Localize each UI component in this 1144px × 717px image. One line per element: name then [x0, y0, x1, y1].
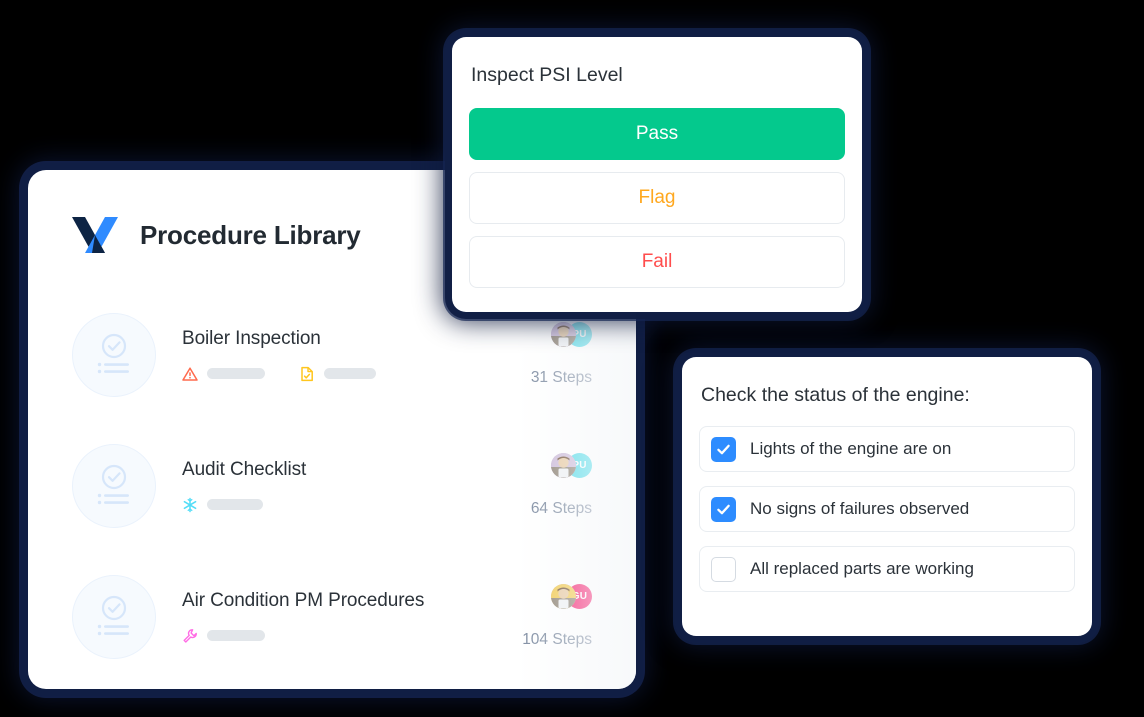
checkbox-unchecked-icon[interactable] — [711, 556, 736, 582]
list-item-body: Boiler Inspection — [156, 328, 592, 382]
checklist-title: Check the status of the engine: — [701, 384, 970, 406]
checklist-item[interactable]: All replaced parts are working — [699, 546, 1075, 592]
tag-pill-placeholder — [324, 368, 376, 379]
tag-pill-placeholder — [207, 499, 263, 510]
tag-pill-placeholder — [207, 630, 265, 641]
avatar-group[interactable]: PU — [551, 322, 592, 347]
snowflake-icon — [183, 497, 197, 512]
modal-title: Inspect PSI Level — [471, 64, 623, 86]
checklist-label: No signs of failures observed — [750, 499, 970, 518]
avatar-group[interactable]: GU — [551, 584, 592, 609]
wrench-icon — [183, 628, 197, 643]
x-logo-icon — [72, 217, 118, 253]
flag-button[interactable]: Flag — [469, 172, 845, 224]
user-photo-avatar — [551, 584, 576, 609]
checklist-label: Lights of the engine are on — [750, 439, 952, 458]
step-count: 64 Steps — [530, 500, 592, 517]
engine-status-card: Check the status of the engine: Lights o… — [682, 357, 1092, 636]
checklist-label: All replaced parts are working — [750, 559, 974, 578]
screenshot-stage: Procedure Library Boiler Inspection PU 3… — [0, 0, 1144, 717]
warning-triangle-icon — [182, 366, 198, 381]
document-check-icon — [301, 366, 313, 381]
checklist-circle-icon — [72, 574, 156, 659]
checklist-item[interactable]: No signs of failures observed — [699, 486, 1075, 532]
inspect-psi-modal: Inspect PSI Level Pass Flag Fail — [452, 37, 862, 312]
list-item-meta: GU 104 Steps — [522, 551, 592, 682]
checklist-item[interactable]: Lights of the engine are on — [699, 426, 1075, 472]
list-item[interactable]: Air Condition PM Procedures GU 104 Steps — [28, 551, 636, 682]
page-title: Procedure Library — [140, 219, 361, 250]
list-item-meta: PU 64 Steps — [531, 420, 592, 551]
pass-button[interactable]: Pass — [469, 108, 845, 160]
list-item-body: Audit Checklist — [156, 459, 592, 513]
checklist-circle-icon — [72, 312, 156, 397]
fail-button[interactable]: Fail — [469, 236, 845, 288]
avatar-group[interactable]: PU — [551, 453, 592, 478]
checkbox-checked-icon[interactable] — [711, 436, 736, 462]
tag-pill-placeholder — [207, 368, 265, 379]
list-item[interactable]: Audit Checklist PU 64 Steps — [28, 420, 636, 551]
procedure-list: Boiler Inspection PU 31 Steps Audit Chec… — [28, 289, 636, 682]
checklist-circle-icon — [72, 443, 156, 528]
user-photo-avatar — [551, 453, 576, 478]
step-count: 104 Steps — [522, 631, 592, 648]
user-photo-avatar — [551, 322, 576, 347]
checkbox-checked-icon[interactable] — [711, 496, 736, 522]
step-count: 31 Steps — [530, 369, 592, 386]
